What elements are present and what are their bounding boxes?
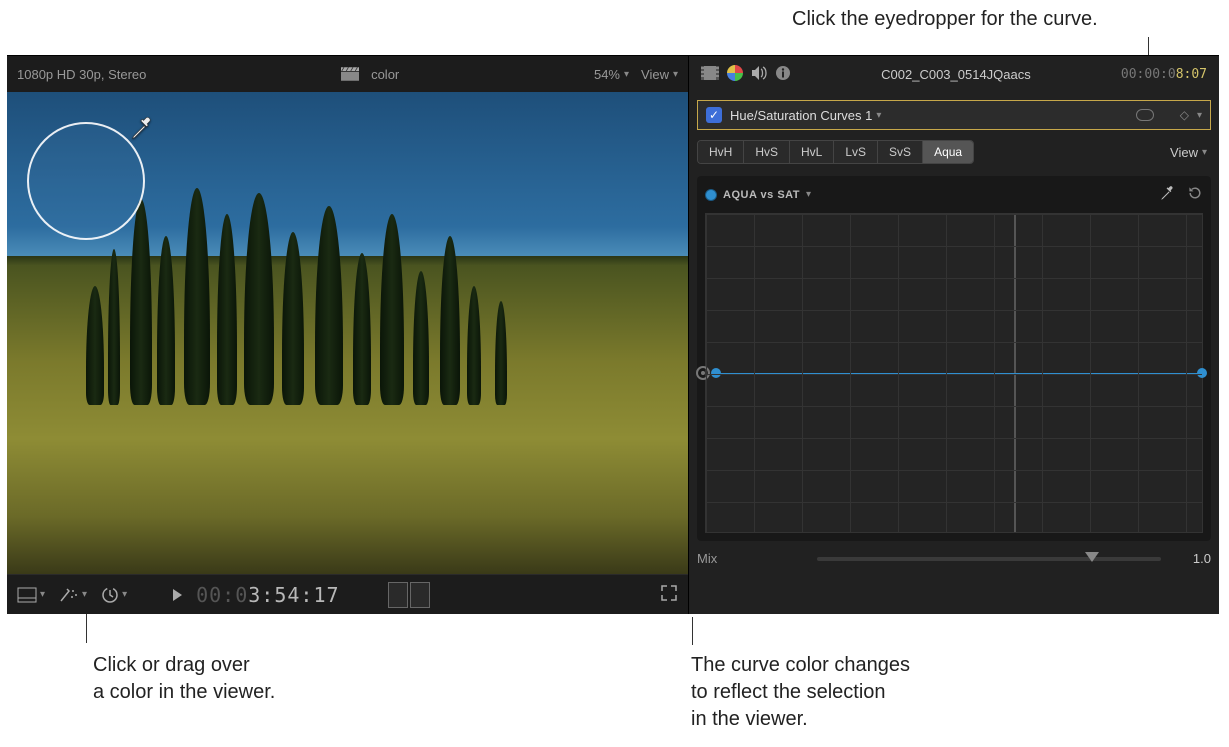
annotation-text: The curve color changes	[691, 652, 910, 679]
curve-view-dropdown[interactable]: View ▾	[1170, 145, 1211, 160]
chevron-down-icon[interactable]: ▾	[1197, 110, 1202, 121]
effect-header-row[interactable]: ✓ Hue/Saturation Curves 1 ▾ ◇ ▾	[697, 100, 1211, 130]
viewer-toolbar: 1080p HD 30p, Stereo color 54% ▾ View ▾	[7, 56, 688, 92]
audio-tab-icon[interactable]	[751, 66, 767, 83]
tab-hvh[interactable]: HvH	[698, 141, 744, 163]
chevron-down-icon: ▾	[876, 110, 881, 121]
annotation-text: Click or drag over	[93, 652, 275, 679]
tc-highlight: 8:07	[1176, 67, 1207, 82]
retime-button[interactable]: ▾	[101, 586, 127, 604]
frame-nav	[388, 582, 430, 608]
next-frame-button[interactable]	[410, 582, 430, 608]
curve-title[interactable]: AQUA vs SAT	[723, 189, 800, 201]
eyedropper-button[interactable]	[1159, 184, 1177, 205]
clapperboard-icon	[341, 67, 359, 81]
slider-thumb[interactable]	[1085, 552, 1099, 562]
chevron-down-icon[interactable]: ▾	[806, 189, 812, 200]
grid-center-line	[1014, 214, 1016, 532]
mix-slider[interactable]	[817, 557, 1161, 561]
curve-view-label: View	[1170, 145, 1198, 160]
curve-header: AQUA vs SAT ▾	[705, 184, 1203, 205]
zoom-value: 54%	[594, 67, 620, 82]
format-label: 1080p HD 30p, Stereo	[17, 67, 146, 82]
inspector-panel: C002_C003_0514JQaacs 00:00:08:07 ✓ Hue/S…	[689, 56, 1219, 614]
mix-label: Mix	[697, 551, 717, 566]
annotation-text: a color in the viewer.	[93, 679, 275, 706]
mix-row: Mix 1.0	[697, 551, 1211, 566]
annotation-eyedropper: Click the eyedropper for the curve.	[792, 6, 1098, 33]
prev-keyframe-button[interactable]: ◇	[1180, 108, 1189, 122]
timecode-value: 3:54:17	[248, 583, 339, 607]
effect-name-label: Hue/Saturation Curves 1	[730, 108, 872, 123]
tab-hvs[interactable]: HvS	[744, 141, 790, 163]
display-options-button[interactable]: ▾	[17, 587, 45, 603]
tab-aqua[interactable]: Aqua	[923, 141, 973, 163]
view-dropdown[interactable]: View ▾	[641, 67, 678, 82]
video-tab-icon[interactable]	[701, 66, 719, 83]
tab-lvs[interactable]: LvS	[834, 141, 878, 163]
annotation-curve-color: The curve color changes to reflect the s…	[691, 652, 910, 733]
view-label: View	[641, 67, 669, 82]
viewer-canvas[interactable]	[7, 92, 688, 574]
tab-svs[interactable]: SvS	[878, 141, 923, 163]
viewer-transport: ▾ ▾ ▾ 00:03:54:17	[7, 574, 688, 614]
curve-color-dot	[705, 189, 717, 201]
effect-name-dropdown[interactable]: Hue/Saturation Curves 1 ▾	[730, 108, 881, 123]
color-tab-icon[interactable]	[727, 65, 743, 84]
timecode-dim: 00:0	[196, 583, 248, 607]
annotation-text: in the viewer.	[691, 706, 910, 733]
tc-dim: 00:00:0	[1121, 67, 1176, 82]
curve-tabs-row: HvH HvS HvL LvS SvS Aqua View ▾	[697, 140, 1211, 164]
eyedropper-icon	[129, 114, 157, 142]
chevron-down-icon: ▾	[624, 69, 629, 80]
curve-grid[interactable]	[705, 213, 1203, 533]
trees-scene	[75, 188, 620, 405]
color-loupe[interactable]	[27, 122, 145, 240]
fullscreen-button[interactable]	[660, 584, 678, 605]
zoom-dropdown[interactable]: 54% ▾	[594, 67, 629, 82]
inspector-clip-name: C002_C003_0514JQaacs	[801, 67, 1111, 82]
info-tab-icon[interactable]	[775, 65, 791, 84]
chevron-down-icon: ▾	[82, 589, 87, 600]
mask-icon[interactable]	[1136, 109, 1154, 121]
curve-point-end[interactable]	[1197, 368, 1207, 378]
curve-editor: AQUA vs SAT ▾	[697, 176, 1211, 541]
chevron-down-icon: ▾	[1202, 147, 1207, 158]
clip-name: color	[371, 67, 399, 82]
tab-hvl[interactable]: HvL	[790, 141, 834, 163]
prev-frame-button[interactable]	[388, 582, 408, 608]
chevron-down-icon: ▾	[40, 589, 45, 600]
timecode-display[interactable]: 00:03:54:17	[196, 583, 339, 607]
curve-point-start[interactable]	[711, 368, 721, 378]
viewer-panel: 1080p HD 30p, Stereo color 54% ▾ View ▾	[7, 56, 689, 614]
annotation-viewer: Click or drag over a color in the viewer…	[93, 652, 275, 706]
curve-line[interactable]	[716, 373, 1202, 375]
annotation-text: Click the eyedropper for the curve.	[792, 8, 1098, 30]
reset-button[interactable]	[1187, 185, 1203, 204]
leader-line	[692, 617, 693, 645]
inspector-timecode: 00:00:08:07	[1121, 67, 1207, 82]
inspector-header: C002_C003_0514JQaacs 00:00:08:07	[689, 56, 1219, 92]
app-window: 1080p HD 30p, Stereo color 54% ▾ View ▾	[7, 55, 1219, 614]
effects-button[interactable]: ▾	[59, 587, 87, 603]
annotation-text: to reflect the selection	[691, 679, 910, 706]
chevron-down-icon: ▾	[673, 69, 678, 80]
curve-origin-marker	[696, 366, 710, 380]
chevron-down-icon: ▾	[122, 589, 127, 600]
effect-enable-checkbox[interactable]: ✓	[706, 107, 722, 123]
play-button[interactable]	[173, 589, 182, 601]
curve-tabgroup: HvH HvS HvL LvS SvS Aqua	[697, 140, 974, 164]
mix-value: 1.0	[1171, 551, 1211, 566]
